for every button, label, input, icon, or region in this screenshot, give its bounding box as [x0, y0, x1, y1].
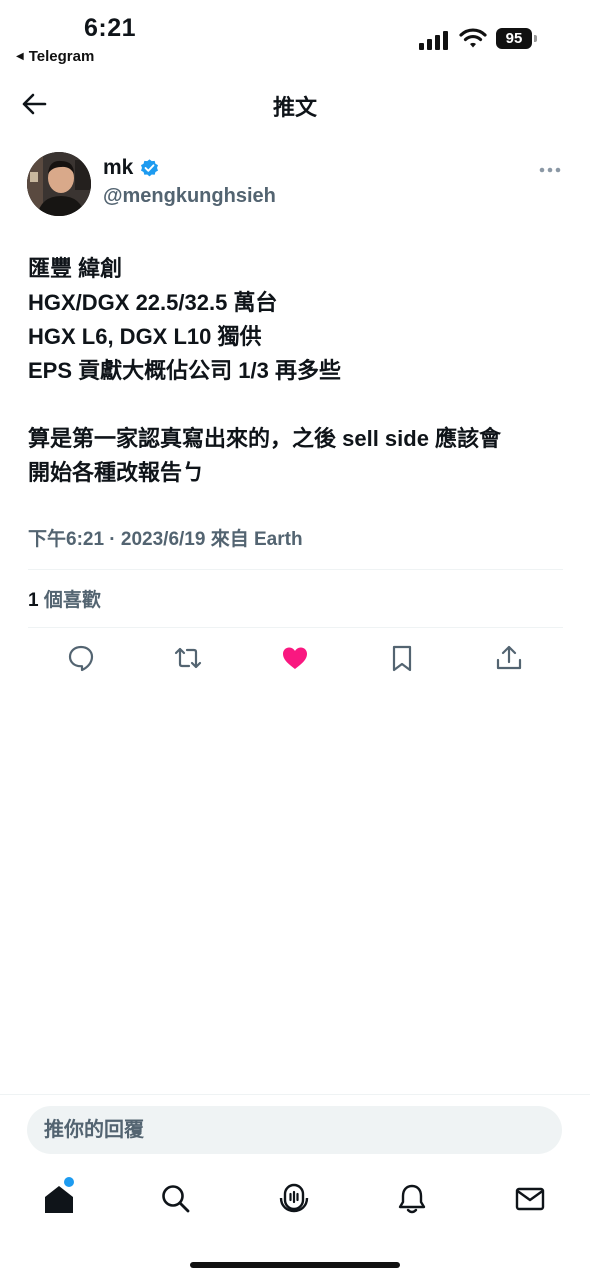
status-time: 6:21 [84, 14, 137, 42]
battery-indicator: 95 [496, 28, 540, 50]
search-icon[interactable] [159, 1182, 193, 1216]
back-to-telegram[interactable]: ◀ Telegram [16, 48, 94, 65]
author-name-row[interactable]: mk [103, 156, 160, 180]
reply-input[interactable]: 推你的回覆 [27, 1106, 562, 1154]
tweet-text: 匯豐 緯創 HGX/DGX 22.5/32.5 萬台 HGX L6, DGX L… [28, 252, 568, 490]
wifi-icon [459, 28, 487, 48]
reply-icon[interactable] [66, 643, 96, 673]
battery-level: 95 [496, 28, 532, 49]
page-title: 推文 [272, 95, 317, 120]
back-triangle-icon: ◀ [16, 51, 24, 62]
home-icon[interactable] [42, 1182, 76, 1216]
divider [0, 1094, 590, 1095]
tweet-line: EPS 貢獻大概佔公司 1/3 再多些 [28, 358, 341, 383]
back-app-label: Telegram [28, 48, 95, 65]
retweet-icon[interactable] [173, 643, 203, 673]
author-handle[interactable]: @mengkunghsieh [103, 185, 276, 208]
verified-badge-icon [141, 158, 159, 176]
tweet-line: 算是第一家認真寫出來的，之後 sell side 應該會 [28, 426, 502, 451]
tweet-line: HGX L6, DGX L10 獨供 [28, 324, 262, 349]
tweet-line: 開始各種改報告ㄅ [28, 460, 205, 485]
avatar[interactable] [27, 152, 91, 216]
likes-label: 個喜歡 [43, 590, 101, 611]
arrow-left-icon[interactable] [20, 90, 48, 118]
messages-icon[interactable] [513, 1182, 547, 1216]
heart-icon[interactable] [280, 643, 310, 673]
home-indicator [190, 1262, 400, 1268]
notifications-icon[interactable] [395, 1182, 429, 1216]
home-notification-dot [64, 1177, 74, 1187]
tweet-line: HGX/DGX 22.5/32.5 萬台 [28, 290, 278, 315]
cellular-signal-icon [419, 31, 448, 50]
divider [28, 627, 563, 628]
author-name: mk [103, 156, 134, 179]
avatar-image [27, 152, 91, 216]
more-options-icon[interactable] [538, 160, 562, 180]
bookmark-icon[interactable] [387, 643, 417, 673]
likes-count[interactable]: 1 個喜歡 [28, 585, 101, 612]
spaces-icon[interactable] [277, 1182, 311, 1216]
share-icon[interactable] [494, 643, 524, 673]
tweet-line: 匯豐 緯創 [28, 256, 123, 281]
battery-nub [534, 35, 537, 42]
divider [28, 569, 563, 570]
tweet-timestamp[interactable]: 下午6:21 · 2023/6/19 來自 Earth [28, 524, 303, 551]
likes-number: 1 [28, 590, 39, 611]
